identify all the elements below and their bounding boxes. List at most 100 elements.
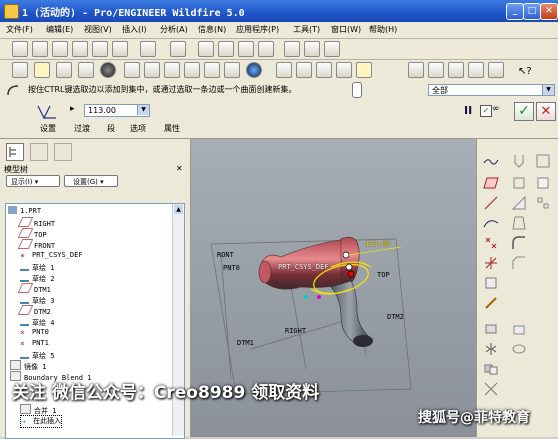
merge-tool-icon[interactable] <box>483 361 499 377</box>
datum-axis-toggle-icon[interactable] <box>428 62 444 78</box>
group-icon[interactable] <box>535 175 551 191</box>
tree-item-merge1[interactable]: 合并 1 <box>20 404 56 415</box>
open-file-icon[interactable] <box>32 41 48 57</box>
sketch-icon[interactable] <box>12 62 28 78</box>
layers-icon[interactable] <box>56 62 72 78</box>
display-style-icon[interactable] <box>246 62 262 78</box>
scroll-up-icon[interactable]: ▲ <box>174 205 183 214</box>
copy-feature-icon[interactable] <box>483 321 499 337</box>
shading-sphere-icon[interactable] <box>100 62 116 78</box>
redo-icon[interactable] <box>170 41 186 57</box>
copy-icon[interactable] <box>218 41 234 57</box>
datum-point-icon[interactable] <box>483 235 499 251</box>
menu-applications[interactable]: 应用程序(P) <box>236 24 279 35</box>
sketch-curve-icon[interactable] <box>483 215 499 231</box>
model-tree-icon[interactable] <box>34 62 50 78</box>
datum-plane-toggle-icon[interactable] <box>408 62 424 78</box>
tab-pieces[interactable]: 段 <box>107 123 115 134</box>
tree-item-insert-here[interactable]: → 在此插入 <box>20 415 62 428</box>
tree-item-front[interactable]: FRONT <box>17 239 55 250</box>
tree-item-right[interactable]: RIGHT <box>17 217 55 228</box>
folder-browser-tab-icon[interactable] <box>30 143 48 161</box>
csys-icon[interactable] <box>483 255 499 271</box>
enhanced-realism-icon[interactable] <box>356 62 372 78</box>
maximize-button[interactable]: □ <box>523 3 541 20</box>
chamfer-icon[interactable] <box>511 255 527 271</box>
menu-window[interactable]: 窗口(W) <box>331 24 361 35</box>
array-icon[interactable] <box>535 195 551 211</box>
tree-item-mirror1[interactable]: 镜像 1 <box>10 360 46 371</box>
menu-file[interactable]: 文件(F) <box>6 24 33 35</box>
display-menu-button[interactable]: 显示(I) ▾ <box>6 175 60 187</box>
print-icon[interactable] <box>72 41 88 57</box>
tree-item-top[interactable]: TOP <box>17 228 47 239</box>
tree-item-dtm2[interactable]: DTM2 <box>17 305 51 316</box>
tree-item-sketch5[interactable]: 草绘 5 <box>20 349 54 360</box>
undo-icon[interactable] <box>140 41 156 57</box>
menu-analysis[interactable]: 分析(A) <box>160 24 188 35</box>
favorites-tab-icon[interactable] <box>54 143 72 161</box>
mirror-tool-icon[interactable] <box>483 341 499 357</box>
layer-icon[interactable] <box>224 62 240 78</box>
menu-help[interactable]: 帮助(H) <box>369 24 397 35</box>
zoom-in-icon[interactable] <box>124 62 140 78</box>
minimize-button[interactable]: _ <box>506 3 524 20</box>
annotation-toggle-icon[interactable] <box>488 62 504 78</box>
tree-item-sketch3[interactable]: 草绘 3 <box>20 294 54 305</box>
rib-icon[interactable] <box>511 195 527 211</box>
find-icon[interactable] <box>304 41 320 57</box>
glasses-icon[interactable]: ∞ <box>492 104 500 114</box>
hidden-line-icon[interactable] <box>296 62 312 78</box>
tree-item-csys[interactable]: ✶ PRT_CSYS_DEF <box>20 250 83 261</box>
revolve-icon[interactable] <box>511 341 527 357</box>
sketch-tool-icon[interactable] <box>483 295 499 311</box>
csys-toggle-icon[interactable] <box>468 62 484 78</box>
no-hidden-icon[interactable] <box>316 62 332 78</box>
close-panel-icon[interactable]: ✕ <box>176 164 183 173</box>
appearance-icon[interactable] <box>78 62 94 78</box>
radius-dimension-label[interactable]: 113.00 <box>365 240 390 248</box>
email-icon[interactable] <box>92 41 108 57</box>
tree-item-pnt1[interactable]: × PNT1 <box>20 338 49 349</box>
link-icon[interactable] <box>112 41 128 57</box>
tree-item-pnt0[interactable]: × PNT0 <box>20 327 49 338</box>
filter-select[interactable]: 全部 ▼ <box>428 84 555 96</box>
apply-check-button[interactable]: ✓ <box>514 102 534 121</box>
extrude-icon[interactable] <box>511 321 527 337</box>
cut-icon[interactable] <box>198 41 214 57</box>
paste-special-icon[interactable] <box>258 41 274 57</box>
context-help-icon[interactable]: ↖? <box>516 62 532 78</box>
tab-setup[interactable]: 设置 <box>40 123 56 134</box>
menu-insert[interactable]: 插入(I) <box>122 24 147 35</box>
regenerate-icon[interactable] <box>284 41 300 57</box>
select-box-icon[interactable] <box>324 41 340 57</box>
hole-icon[interactable] <box>511 153 527 169</box>
shaded-icon[interactable] <box>336 62 352 78</box>
model-tree-tab-icon[interactable] <box>6 143 24 161</box>
tab-transition[interactable]: 过渡 <box>74 123 90 134</box>
radius-value-input[interactable]: 113.00 ▼ <box>84 104 150 117</box>
shell-icon[interactable] <box>511 175 527 191</box>
tab-properties[interactable]: 属性 <box>164 123 180 134</box>
close-button[interactable]: ✕ <box>540 3 558 20</box>
paste-icon[interactable] <box>238 41 254 57</box>
datum-curve-icon[interactable] <box>483 153 499 169</box>
analysis-icon[interactable] <box>483 275 499 291</box>
draft-icon[interactable] <box>511 215 527 231</box>
datum-point-toggle-icon[interactable] <box>448 62 464 78</box>
datum-axis-icon[interactable] <box>483 195 499 211</box>
round-set-icon[interactable] <box>36 104 58 120</box>
menu-info[interactable]: 信息(N) <box>198 24 226 35</box>
tree-item-sketch4[interactable]: 草绘 4 <box>20 316 54 327</box>
datum-plane-icon[interactable] <box>483 175 499 191</box>
pattern-icon[interactable] <box>535 153 551 169</box>
wireframe-icon[interactable] <box>276 62 292 78</box>
cancel-x-button[interactable]: ✕ <box>536 102 556 121</box>
tab-options[interactable]: 选项 <box>130 123 146 134</box>
settings-menu-button[interactable]: 设置(G) ▾ <box>64 175 118 187</box>
pause-icon[interactable]: II <box>464 104 476 118</box>
tree-item-dtm1[interactable]: DTM1 <box>17 283 51 294</box>
preview-checkbox[interactable]: ✓ <box>480 105 492 117</box>
reorient-icon[interactable] <box>184 62 200 78</box>
new-file-icon[interactable] <box>12 41 28 57</box>
